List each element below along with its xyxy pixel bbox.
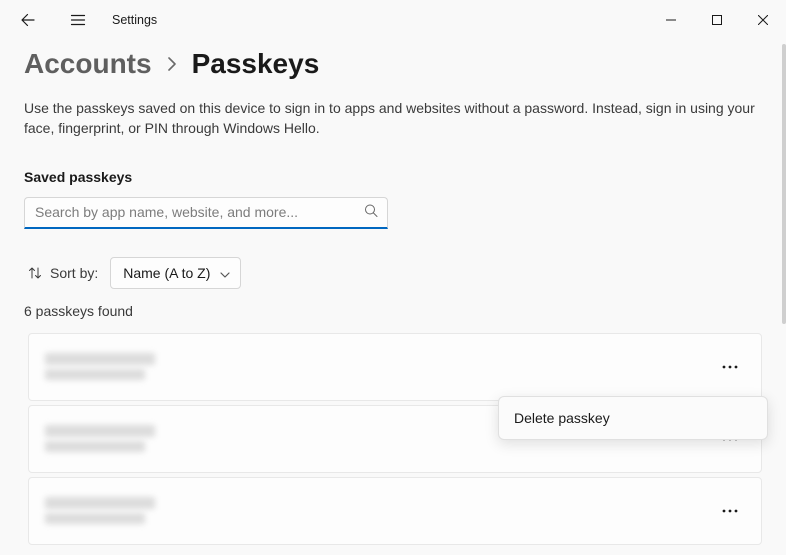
arrow-left-icon (20, 12, 36, 28)
passkey-item[interactable] (28, 477, 762, 545)
more-options-button[interactable] (713, 350, 747, 384)
passkey-name-redacted (45, 353, 155, 365)
page-title: Passkeys (192, 48, 320, 80)
minimize-button[interactable] (648, 4, 694, 36)
passkey-subtext-redacted (45, 441, 145, 452)
passkey-subtext-redacted (45, 513, 145, 524)
passkey-subtext-redacted (45, 369, 145, 380)
passkey-name-redacted (45, 497, 155, 509)
results-count: 6 passkeys found (24, 303, 762, 319)
more-options-button[interactable] (713, 494, 747, 528)
delete-passkey-item[interactable]: Delete passkey (504, 402, 762, 434)
close-button[interactable] (740, 4, 786, 36)
maximize-button[interactable] (694, 4, 740, 36)
sort-label-text: Sort by: (50, 265, 98, 281)
breadcrumb: Accounts Passkeys (24, 48, 762, 80)
more-horizontal-icon (722, 365, 738, 369)
chevron-right-icon (166, 57, 178, 71)
menu-button[interactable] (60, 2, 96, 38)
sort-label: Sort by: (28, 265, 98, 281)
close-icon (758, 15, 768, 25)
maximize-icon (712, 15, 722, 25)
more-horizontal-icon (722, 509, 738, 513)
hamburger-icon (70, 12, 86, 28)
app-title: Settings (112, 13, 157, 27)
back-button[interactable] (10, 2, 46, 38)
saved-passkeys-heading: Saved passkeys (24, 169, 762, 185)
passkey-name-redacted (45, 425, 155, 437)
scrollbar[interactable] (782, 44, 786, 324)
minimize-icon (666, 15, 676, 25)
passkey-item[interactable] (28, 333, 762, 401)
sort-icon (28, 266, 42, 280)
breadcrumb-parent[interactable]: Accounts (24, 48, 152, 80)
page-description: Use the passkeys saved on this device to… (24, 98, 762, 139)
sort-dropdown[interactable]: Name (A to Z) (110, 257, 241, 289)
sort-selected-value: Name (A to Z) (123, 265, 210, 281)
context-menu: Delete passkey (498, 396, 768, 440)
search-input[interactable] (24, 197, 388, 229)
chevron-down-icon (220, 265, 230, 281)
